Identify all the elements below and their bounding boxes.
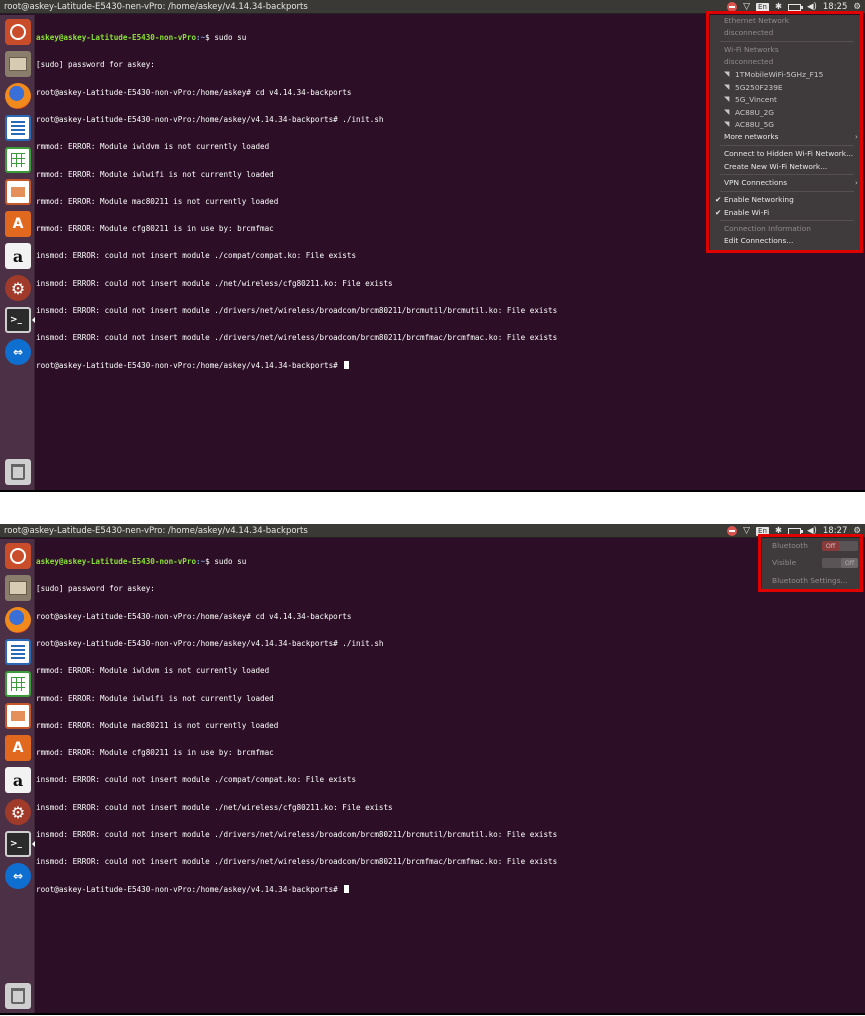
terminal-icon[interactable]: >_ <box>5 831 31 857</box>
terminal-line: [sudo] password for askey: <box>36 60 155 70</box>
terminal-line: insmod: ERROR: could not insert module .… <box>36 278 393 288</box>
terminal-line: rmmod: ERROR: Module iwldvm is not curre… <box>36 142 270 152</box>
terminal-prompt-line: root@askey-Latitude-E5430-non-vPro:/home… <box>36 360 557 370</box>
network-icon[interactable]: ▽ <box>743 524 750 538</box>
system-settings-icon[interactable]: ⚙ <box>5 275 31 301</box>
terminal-prompt-line: root@askey-Latitude-E5430-non-vPro:/home… <box>36 884 557 894</box>
firefox-icon[interactable] <box>5 607 31 633</box>
terminal-line: [sudo] password for askey: <box>36 584 155 594</box>
dash-home-icon[interactable] <box>5 543 31 569</box>
terminal-line: rmmod: ERROR: Module cfg80211 is in use … <box>36 224 274 234</box>
terminal-line: askey@askey-Latitude-E5430-non-vPro:~$ s… <box>36 557 247 567</box>
terminal-line: insmod: ERROR: could not insert module .… <box>36 775 357 785</box>
terminal-output[interactable]: askey@askey-Latitude-E5430-non-vPro:~$ s… <box>36 539 557 912</box>
active-app-indicator <box>32 841 35 847</box>
battery-icon[interactable] <box>788 3 804 11</box>
terminal-line: root@askey-Latitude-E5430-non-vPro:/home… <box>36 611 352 621</box>
update-stop-icon[interactable] <box>727 526 738 536</box>
highlight-box <box>758 534 863 592</box>
libreoffice-calc-icon[interactable] <box>5 147 31 173</box>
libreoffice-calc-icon[interactable] <box>5 671 31 697</box>
screenshot-divider <box>0 1013 865 1015</box>
terminal-line: rmmod: ERROR: Module iwlwifi is not curr… <box>36 693 274 703</box>
software-center-icon[interactable]: A <box>5 735 31 761</box>
terminal-line: rmmod: ERROR: Module iwldvm is not curre… <box>36 666 270 676</box>
launcher: A a ⚙ >_ ⇔ <box>0 539 35 1014</box>
terminal-line: rmmod: ERROR: Module mac80211 is not cur… <box>36 720 279 730</box>
libreoffice-writer-icon[interactable] <box>5 115 31 141</box>
terminal-line: insmod: ERROR: could not insert module .… <box>36 802 393 812</box>
terminal-cursor <box>344 884 350 893</box>
terminal-line: askey@askey-Latitude-E5430-non-vPro:~$ s… <box>36 33 247 43</box>
libreoffice-writer-icon[interactable] <box>5 639 31 665</box>
screenshot-divider <box>0 490 865 492</box>
system-settings-icon[interactable]: ⚙ <box>5 799 31 825</box>
launcher: A a ⚙ >_ ⇔ <box>0 15 35 490</box>
libreoffice-impress-icon[interactable] <box>5 179 31 205</box>
software-center-icon[interactable]: A <box>5 211 31 237</box>
terminal-line: insmod: ERROR: could not insert module .… <box>36 333 558 343</box>
terminal-line: root@askey-Latitude-E5430-non-vPro:/home… <box>36 115 384 125</box>
files-icon[interactable] <box>5 51 31 77</box>
active-app-indicator <box>32 317 35 323</box>
dash-home-icon[interactable] <box>5 19 31 45</box>
terminal-line: root@askey-Latitude-E5430-non-vPro:/home… <box>36 639 384 649</box>
terminal-output[interactable]: askey@askey-Latitude-E5430-non-vPro:~$ s… <box>36 15 557 388</box>
terminal-line: rmmod: ERROR: Module iwlwifi is not curr… <box>36 169 274 179</box>
window-title: root@askey-Latitude-E5430-nen-vPro: /hom… <box>4 2 308 12</box>
desktop-screenshot-network: root@askey-Latitude-E5430-nen-vPro: /hom… <box>0 0 865 490</box>
amazon-icon[interactable]: a <box>5 243 31 269</box>
terminal-line: rmmod: ERROR: Module cfg80211 is in use … <box>36 748 274 758</box>
desktop-screenshot-bluetooth: root@askey-Latitude-E5430-nen-vPro: /hom… <box>0 524 865 1014</box>
terminal-line: insmod: ERROR: could not insert module .… <box>36 830 558 839</box>
trash-icon[interactable] <box>5 983 31 1009</box>
terminal-line: insmod: ERROR: could not insert module .… <box>36 251 357 261</box>
teamviewer-icon[interactable]: ⇔ <box>5 339 31 365</box>
terminal-line: root@askey-Latitude-E5430-non-vPro:/home… <box>36 87 352 97</box>
terminal-line: insmod: ERROR: could not insert module .… <box>36 857 558 867</box>
libreoffice-impress-icon[interactable] <box>5 703 31 729</box>
terminal-line: insmod: ERROR: could not insert module .… <box>36 306 558 315</box>
files-icon[interactable] <box>5 575 31 601</box>
teamviewer-icon[interactable]: ⇔ <box>5 863 31 889</box>
highlight-box <box>706 11 863 253</box>
terminal-cursor <box>344 360 350 369</box>
window-title: root@askey-Latitude-E5430-nen-vPro: /hom… <box>4 526 308 536</box>
top-panel: root@askey-Latitude-E5430-nen-vPro: /hom… <box>0 524 865 538</box>
terminal-icon[interactable]: >_ <box>5 307 31 333</box>
terminal-line: rmmod: ERROR: Module mac80211 is not cur… <box>36 196 279 206</box>
trash-icon[interactable] <box>5 459 31 485</box>
firefox-icon[interactable] <box>5 83 31 109</box>
amazon-icon[interactable]: a <box>5 767 31 793</box>
